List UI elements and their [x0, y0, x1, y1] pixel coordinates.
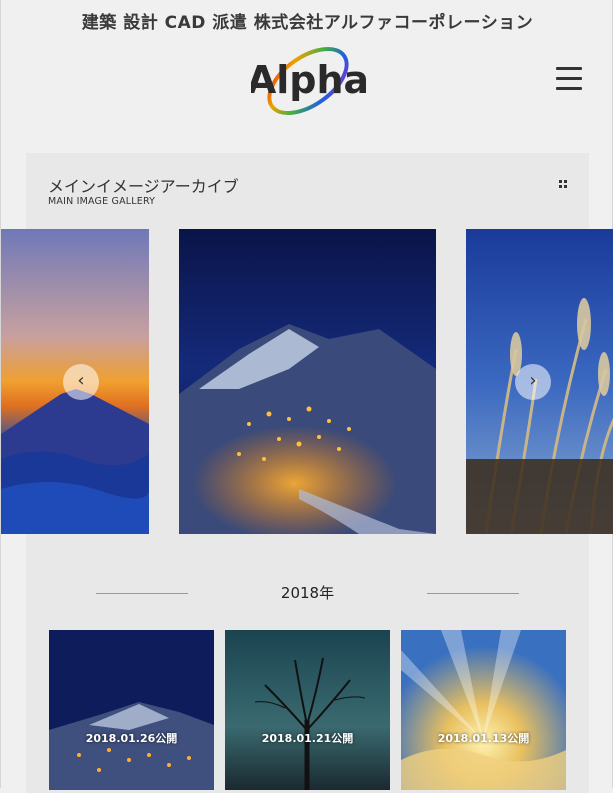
year-label: 2018年: [280, 584, 335, 602]
grid-icon[interactable]: [559, 173, 567, 188]
carousel-slide-snowy-village[interactable]: [179, 229, 436, 534]
logo-text: Alpha: [251, 58, 366, 102]
publish-date: 2018.01.13公開: [437, 732, 530, 745]
gallery-title: メインイメージアーカイブ: [48, 177, 239, 196]
year-heading: 2018年: [1, 582, 613, 606]
publish-date: 2018.01.26公開: [85, 732, 178, 745]
gallery-item-snowy-village[interactable]: 2018.01.26公開: [49, 630, 214, 790]
divider-line: [427, 593, 519, 594]
gallery-item-sun-rays[interactable]: 2018.01.13公開: [401, 630, 566, 790]
alpha-logo[interactable]: Alpha: [247, 41, 369, 121]
carousel-next-button[interactable]: ›: [515, 364, 551, 400]
hamburger-menu-icon[interactable]: [556, 67, 582, 93]
publish-date: 2018.01.21公開: [261, 732, 354, 745]
gallery-subtitle: MAIN IMAGE GALLERY: [48, 196, 156, 207]
gallery-item-bare-tree[interactable]: 2018.01.21公開: [225, 630, 390, 790]
carousel-prev-button[interactable]: ‹: [63, 364, 99, 400]
site-title[interactable]: 建築 設計 CAD 派遣 株式会社アルファコーポレーション: [1, 8, 613, 33]
